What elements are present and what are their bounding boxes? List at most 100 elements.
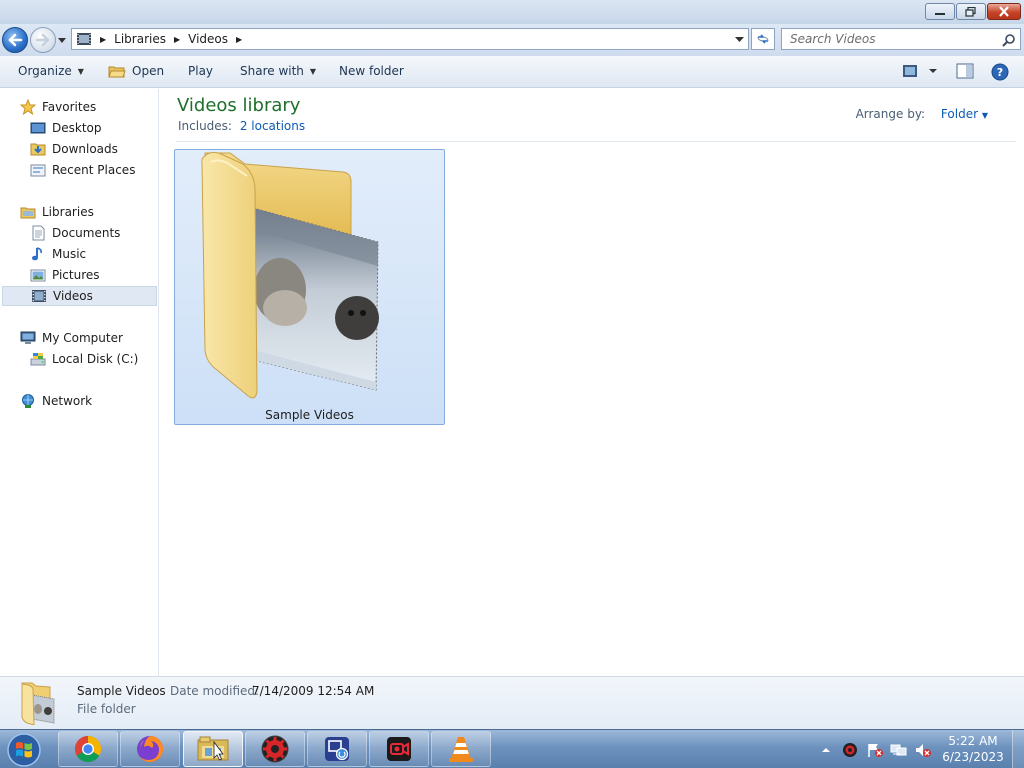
share-with-button[interactable]: Share with ▼ xyxy=(240,64,316,78)
breadcrumb-libraries[interactable]: Libraries xyxy=(114,32,166,46)
chevron-down-icon xyxy=(58,37,66,43)
system-tray xyxy=(818,730,932,768)
svg-text:?: ? xyxy=(997,66,1003,79)
nav-pictures[interactable]: Pictures xyxy=(30,265,100,285)
forward-arrow-icon xyxy=(35,33,50,47)
open-label: Open xyxy=(132,64,165,78)
nav-label: Videos xyxy=(53,289,93,303)
music-note-icon xyxy=(32,247,42,261)
preview-pane-button[interactable] xyxy=(956,63,974,82)
video-camera-recorder-icon xyxy=(387,737,411,761)
nav-network[interactable]: Network xyxy=(20,391,92,411)
play-label: Play xyxy=(188,64,214,78)
includes-label: Includes: xyxy=(178,119,232,133)
minimize-button[interactable] xyxy=(925,3,955,20)
videos-icon xyxy=(32,290,46,302)
help-button[interactable]: ? xyxy=(991,63,1009,84)
taskbar-app-red-gear[interactable] xyxy=(245,731,305,767)
divider xyxy=(176,141,1016,142)
open-button[interactable]: Open xyxy=(108,64,164,78)
red-gear-tray-icon[interactable] xyxy=(842,742,858,758)
clock[interactable]: 5:22 AM 6/23/2023 xyxy=(942,733,1004,765)
new-folder-label: New folder xyxy=(339,64,404,78)
start-button[interactable] xyxy=(4,731,44,768)
library-includes: Includes: 2 locations xyxy=(178,119,305,133)
forward-button[interactable] xyxy=(30,27,56,53)
address-row: ▶ Libraries ▶ Videos ▶ xyxy=(0,24,1024,56)
star-icon xyxy=(20,99,36,115)
maximize-button[interactable] xyxy=(956,3,986,20)
new-folder-button[interactable]: New folder xyxy=(339,64,404,78)
nav-my-computer[interactable]: My Computer xyxy=(20,328,123,348)
taskbar-chrome[interactable] xyxy=(58,731,118,767)
taskbar-windows-explorer[interactable] xyxy=(183,731,243,767)
folder-item-label: Sample Videos xyxy=(265,408,354,422)
recent-places-icon xyxy=(30,164,46,177)
taskbar-firefox[interactable] xyxy=(120,731,180,767)
refresh-icon xyxy=(757,34,769,44)
hard-disk-icon xyxy=(30,353,46,366)
nav-videos[interactable]: Videos xyxy=(2,286,157,306)
search-icon[interactable] xyxy=(1002,33,1016,47)
navigation-pane: Favorites Desktop Downloads Recent Place… xyxy=(0,89,159,676)
videos-library-icon xyxy=(77,33,91,45)
recent-pages-dropdown[interactable] xyxy=(57,33,67,47)
taskbar: 5:22 AM 6/23/2023 xyxy=(0,729,1024,768)
arrange-by: Arrange by: Folder ▼ xyxy=(856,107,988,121)
folder-thumbnail-icon xyxy=(21,682,55,725)
details-date-value: 7/14/2009 12:54 AM xyxy=(252,684,375,698)
close-button[interactable] xyxy=(987,3,1021,20)
nav-label: Downloads xyxy=(52,142,118,156)
network-icon xyxy=(22,394,34,408)
nav-libraries[interactable]: Libraries xyxy=(20,202,94,222)
breadcrumb-videos[interactable]: Videos xyxy=(188,32,228,46)
clock-date: 6/23/2023 xyxy=(942,750,1004,764)
video-folder-icon xyxy=(201,151,379,399)
locations-link[interactable]: 2 locations xyxy=(240,119,305,133)
details-item-name: Sample Videos xyxy=(77,684,166,698)
address-dropdown-icon[interactable] xyxy=(735,34,744,44)
restore-icon xyxy=(965,6,976,17)
breadcrumb-separator[interactable]: ▶ xyxy=(174,35,180,44)
nav-label: Favorites xyxy=(42,100,97,114)
show-desktop-button[interactable] xyxy=(1012,730,1024,768)
vlc-cone-icon xyxy=(449,737,473,762)
nav-desktop[interactable]: Desktop xyxy=(30,118,102,138)
share-with-label: Share with xyxy=(240,64,304,78)
nav-documents[interactable]: Documents xyxy=(30,223,120,243)
arrange-by-label: Arrange by: xyxy=(855,107,926,121)
taskbar-camera-recorder[interactable] xyxy=(369,731,429,767)
library-title: Videos library xyxy=(177,95,301,116)
play-button[interactable]: Play xyxy=(188,64,213,78)
nav-favorites[interactable]: Favorites xyxy=(20,97,96,117)
back-button[interactable] xyxy=(2,27,28,53)
organize-button[interactable]: Organize ▼ xyxy=(18,64,84,78)
search-box[interactable] xyxy=(781,28,1021,50)
change-view-button[interactable] xyxy=(902,63,942,82)
arrange-by-dropdown[interactable]: Folder ▼ xyxy=(941,107,988,121)
taskbar-screen-recorder[interactable] xyxy=(307,731,367,767)
nav-music[interactable]: Music xyxy=(30,244,86,264)
chevron-down-icon: ▼ xyxy=(309,66,317,76)
red-gear-app-icon xyxy=(261,735,289,763)
nav-downloads[interactable]: Downloads xyxy=(30,139,118,159)
breadcrumb-separator[interactable]: ▶ xyxy=(100,35,106,44)
refresh-button[interactable] xyxy=(751,28,775,50)
breadcrumb-separator[interactable]: ▶ xyxy=(236,35,242,44)
arrange-by-value: Folder xyxy=(940,107,979,121)
search-input[interactable] xyxy=(790,32,990,46)
address-bar[interactable]: ▶ Libraries ▶ Videos ▶ xyxy=(71,28,749,50)
taskbar-vlc[interactable] xyxy=(431,731,491,767)
action-center-flag-icon[interactable] xyxy=(866,742,884,758)
network-status-icon[interactable] xyxy=(890,742,908,758)
nav-recent-places[interactable]: Recent Places xyxy=(30,160,135,180)
show-hidden-icons-icon[interactable] xyxy=(818,742,834,758)
preview-pane-icon xyxy=(956,63,974,79)
volume-muted-icon[interactable] xyxy=(914,742,932,758)
nav-label: Pictures xyxy=(52,268,100,282)
nav-local-disk[interactable]: Local Disk (C:) xyxy=(30,349,138,369)
details-pane: Sample Videos Date modified: 7/14/2009 1… xyxy=(0,676,1024,729)
details-item-type: File folder xyxy=(77,702,136,716)
nav-label: Desktop xyxy=(52,121,102,135)
folder-item-sample-videos[interactable]: Sample Videos xyxy=(174,149,445,425)
